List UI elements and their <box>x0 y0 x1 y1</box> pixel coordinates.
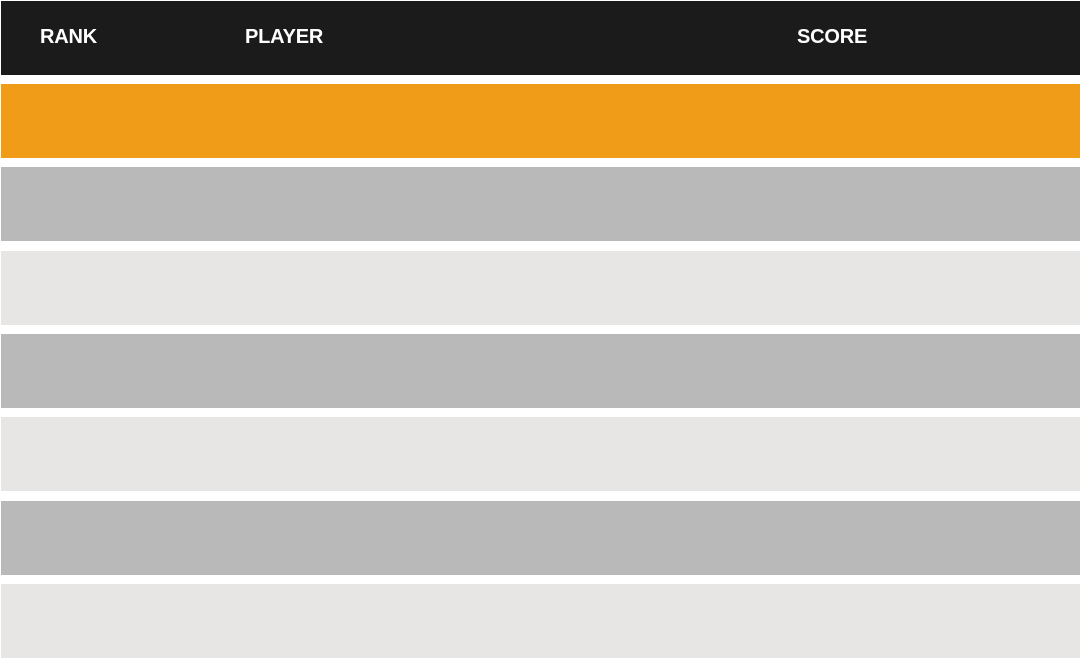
rank-column-header: RANK <box>40 26 97 48</box>
leaderboard-row <box>1 584 1080 658</box>
leaderboard-row <box>1 334 1080 408</box>
score-column-header: SCORE <box>797 26 868 48</box>
leaderboard-row <box>1 417 1080 491</box>
leaderboard-row <box>1 167 1080 241</box>
leaderboard-header: RANK PLAYER SCORE <box>1 1 1080 75</box>
leaderboard-table: RANK PLAYER SCORE <box>1 1 1080 659</box>
leaderboard-row <box>1 84 1080 158</box>
leaderboard-row <box>1 251 1080 325</box>
leaderboard-row <box>1 501 1080 575</box>
player-column-header: PLAYER <box>245 26 324 48</box>
